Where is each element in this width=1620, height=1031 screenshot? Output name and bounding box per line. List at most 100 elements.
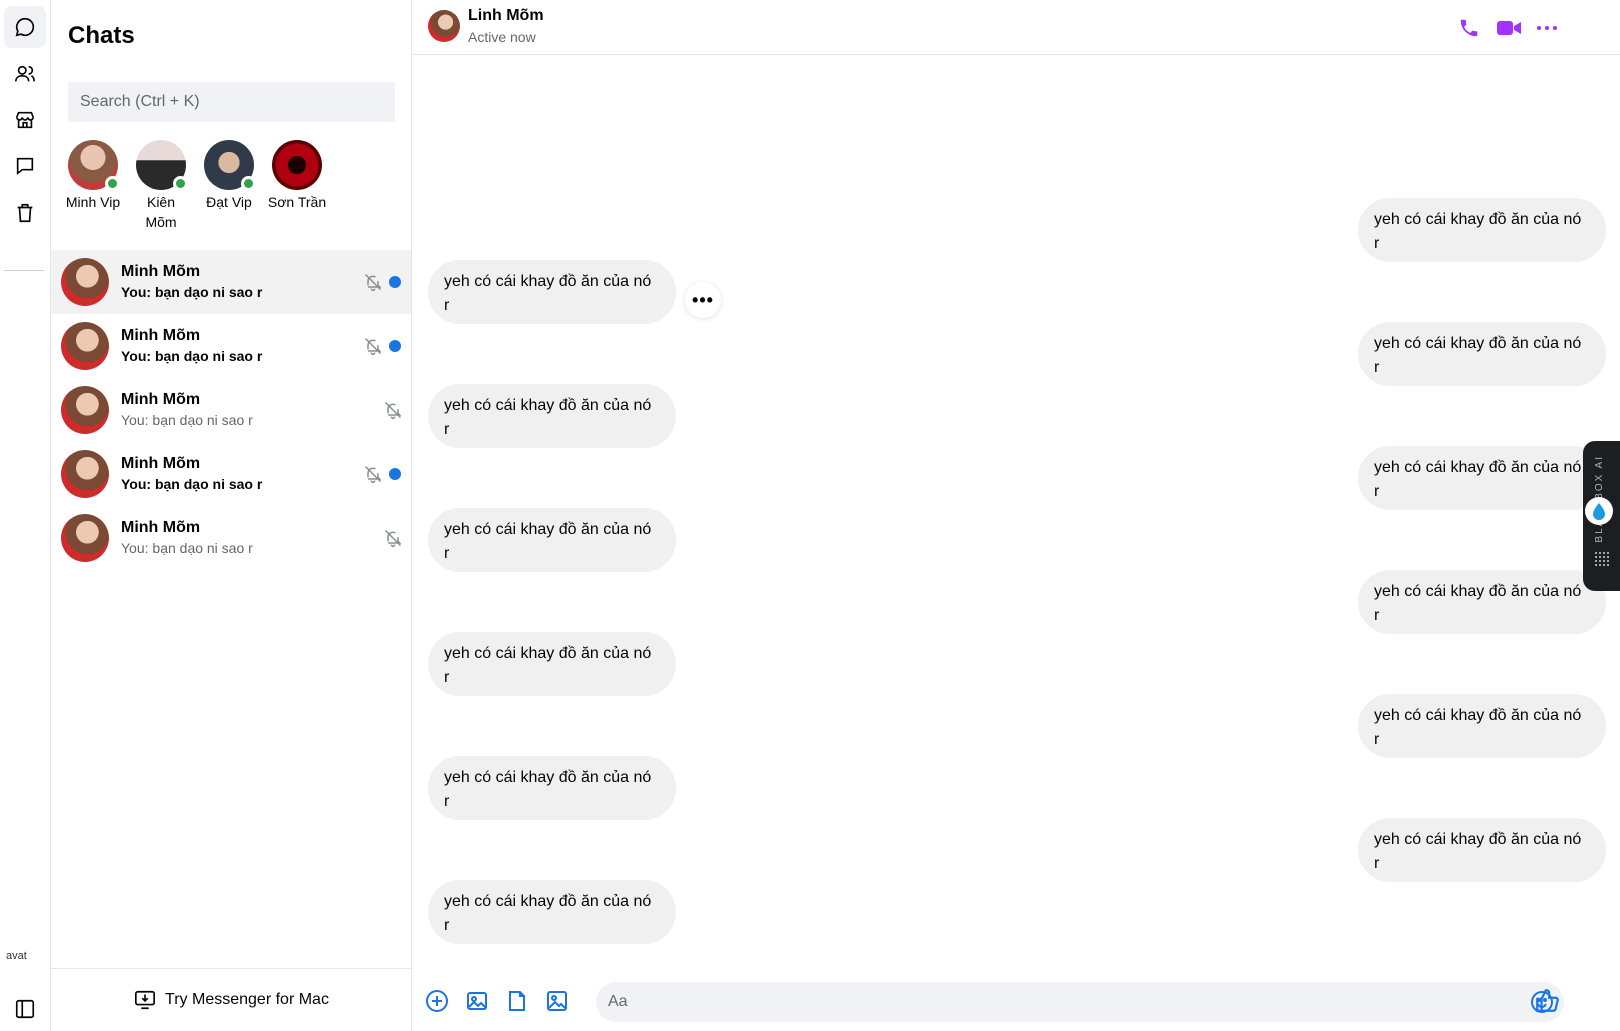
active-contact[interactable]: Sơn Trần <box>263 140 331 235</box>
message-text: yeh có cái khay đồ ăn của nó <box>1374 211 1582 228</box>
message-text: r <box>1374 731 1380 748</box>
phone-icon[interactable] <box>1454 13 1484 43</box>
archive-icon[interactable] <box>4 192 46 234</box>
muted-bell-icon <box>383 400 403 425</box>
avatar <box>61 322 109 370</box>
chats-panel: Chats Minh Vip Kiên Mõm Đạt Vip <box>51 0 412 1031</box>
active-contact[interactable]: Minh Vip <box>59 140 127 235</box>
avatar-alt-text: avat <box>6 950 27 962</box>
contact-name: Minh Vip <box>65 194 121 210</box>
contact-name[interactable]: Linh Mõm <box>468 7 544 25</box>
rail-divider <box>4 270 44 271</box>
conversation-item[interactable]: Minh Mõm You: bạn dạo ni sao r <box>51 378 411 442</box>
conversation-name: Minh Mõm <box>121 391 201 408</box>
online-indicator <box>241 176 256 191</box>
message-bubble-outgoing[interactable]: yeh có cái khay đồ ăn của nó r <box>1358 818 1606 882</box>
try-mac-label: Try Messenger for Mac <box>165 991 329 1008</box>
conversation-item[interactable]: Minh Mõm You: bạn dạo ni sao r <box>51 314 411 378</box>
photo-icon[interactable] <box>462 986 492 1016</box>
message-text: r <box>444 545 450 562</box>
contact-name: Sơn Trần <box>267 194 327 210</box>
message-bubble-incoming[interactable]: yeh có cái khay đồ ăn của nó r <box>428 508 676 572</box>
messenger-app: avat Chats Minh Vip Kiên Mõm <box>0 0 1620 1031</box>
message-bubble-outgoing[interactable]: yeh có cái khay đồ ăn của nó r <box>1358 322 1606 386</box>
chats-icon[interactable] <box>4 6 46 48</box>
conversation-item[interactable]: Minh Mõm You: bạn dạo ni sao r <box>51 506 411 570</box>
message-text: yeh có cái khay đồ ăn của nó <box>1374 707 1582 724</box>
grid-icon <box>1594 551 1610 567</box>
avatar <box>61 258 109 306</box>
more-options-icon[interactable] <box>1532 13 1562 43</box>
conversation-preview: You: bạn dạo ni sao r <box>121 348 263 364</box>
search-input[interactable] <box>68 82 395 122</box>
avatar[interactable] <box>428 10 460 42</box>
message-bubble-incoming[interactable]: yeh có cái khay đồ ăn của nó r <box>428 260 676 324</box>
message-bubble-outgoing[interactable]: yeh có cái khay đồ ăn của nó r <box>1358 570 1606 634</box>
conversation-preview: You: bạn dạo ni sao r <box>121 476 263 492</box>
chats-title: Chats <box>68 22 135 49</box>
avatar <box>136 140 188 191</box>
conversation-name: Minh Mõm <box>121 519 201 536</box>
muted-bell-icon <box>363 464 383 489</box>
message-bubble-incoming[interactable]: yeh có cái khay đồ ăn của nó r <box>428 632 676 696</box>
active-contact[interactable]: Đạt Vip <box>195 140 263 235</box>
message-text: r <box>1374 607 1380 624</box>
like-thumb-icon[interactable] <box>1532 986 1562 1016</box>
unread-dot <box>389 340 401 352</box>
conversation-preview: You: bạn dạo ni sao r <box>121 540 253 556</box>
gif-icon[interactable] <box>542 986 572 1016</box>
online-indicator <box>105 176 120 191</box>
message-input[interactable] <box>608 982 1508 1022</box>
conversation-preview: You: bạn dạo ni sao r <box>121 412 253 428</box>
message-more-button[interactable]: ••• <box>685 282 721 318</box>
contact-name: Kiên Mõm <box>145 194 177 230</box>
video-call-icon[interactable] <box>1494 13 1524 43</box>
sticker-icon[interactable] <box>502 986 532 1016</box>
online-indicator <box>173 176 188 191</box>
message-text: yeh có cái khay đồ ăn của nó <box>444 893 652 910</box>
blackbox-ai-sidebar[interactable]: BLACKBOX AI <box>1583 441 1620 591</box>
avatar <box>61 514 109 562</box>
try-messenger-mac-button[interactable]: Try Messenger for Mac <box>51 968 411 1031</box>
message-input-container[interactable] <box>596 982 1564 1022</box>
message-text: yeh có cái khay đồ ăn của nó <box>444 397 652 414</box>
droplet-icon[interactable] <box>1585 497 1613 525</box>
message-text: r <box>444 793 450 810</box>
sidebar-toggle-icon[interactable] <box>10 994 40 1024</box>
message-bubble-outgoing[interactable]: yeh có cái khay đồ ăn của nó r <box>1358 198 1606 262</box>
active-contacts: Minh Vip Kiên Mõm Đạt Vip Sơn Trần <box>59 140 331 235</box>
message-bubble-incoming[interactable]: yeh có cái khay đồ ăn của nó r <box>428 756 676 820</box>
message-text: yeh có cái khay đồ ăn của nó <box>1374 831 1582 848</box>
avatar <box>272 140 322 190</box>
people-icon[interactable] <box>4 53 46 95</box>
muted-bell-icon <box>383 528 403 553</box>
conversation-item[interactable]: Minh Mõm You: bạn dạo ni sao r <box>51 250 411 314</box>
conversation-item[interactable]: Minh Mõm You: bạn dạo ni sao r <box>51 442 411 506</box>
message-bubble-outgoing[interactable]: yeh có cái khay đồ ăn của nó r <box>1358 446 1606 510</box>
message-text: yeh có cái khay đồ ăn của nó <box>1374 459 1582 476</box>
chat-header: Linh Mõm Active now <box>412 0 1620 55</box>
marketplace-icon[interactable] <box>4 99 46 141</box>
contact-name: Đạt Vip <box>206 194 252 210</box>
add-plus-icon[interactable] <box>422 986 452 1016</box>
message-text: r <box>444 669 450 686</box>
avatar[interactable]: avat <box>6 950 40 984</box>
message-bubble-incoming[interactable]: yeh có cái khay đồ ăn của nó r <box>428 384 676 448</box>
conversation-name: Minh Mõm <box>121 327 201 344</box>
active-contact[interactable]: Kiên Mõm <box>127 140 195 235</box>
message-text: yeh có cái khay đồ ăn của nó <box>444 645 652 662</box>
message-text: r <box>1374 855 1380 872</box>
message-text: r <box>1374 483 1380 500</box>
left-rail: avat <box>0 0 51 1031</box>
message-text: yeh có cái khay đồ ăn của nó <box>444 273 652 290</box>
conversation-preview: You: bạn dạo ni sao r <box>121 284 263 300</box>
download-icon <box>135 990 156 1010</box>
message-text: yeh có cái khay đồ ăn của nó <box>444 521 652 538</box>
message-text: yeh có cái khay đồ ăn của nó <box>444 769 652 786</box>
unread-dot <box>389 468 401 480</box>
message-bubble-outgoing[interactable]: yeh có cái khay đồ ăn của nó r <box>1358 694 1606 758</box>
message-text: yeh có cái khay đồ ăn của nó <box>1374 583 1582 600</box>
message-text: r <box>1374 235 1380 252</box>
requests-icon[interactable] <box>4 145 46 187</box>
message-bubble-incoming[interactable]: yeh có cái khay đồ ăn của nó r <box>428 880 676 944</box>
